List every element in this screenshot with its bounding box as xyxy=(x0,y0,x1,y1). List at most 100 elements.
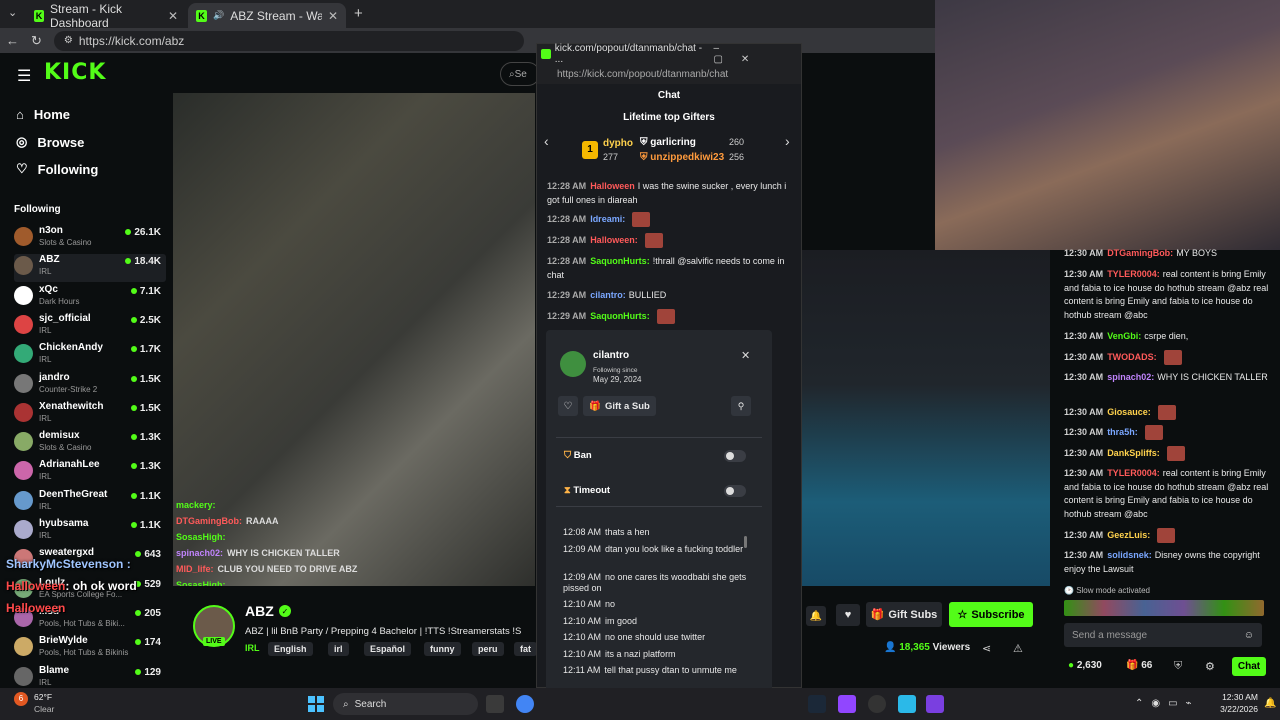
gifter-1-name[interactable]: dypho xyxy=(603,138,633,149)
ban-toggle[interactable] xyxy=(724,450,746,462)
timeout-toggle[interactable] xyxy=(724,485,746,497)
search-input[interactable]: ⌕ Se xyxy=(500,62,540,86)
follow-heart-icon[interactable]: ♥ xyxy=(836,604,860,626)
window-controls[interactable]: –▢✕ xyxy=(713,43,789,65)
following-item[interactable]: DeenTheGreat IRL 1.1K xyxy=(14,489,166,517)
message-user[interactable]: thra5h: xyxy=(1107,427,1138,437)
emoji-icon[interactable]: ☺ xyxy=(1244,630,1254,641)
close-modal-icon[interactable]: ✕ xyxy=(741,349,750,362)
nav-browse[interactable]: ◎ Browse xyxy=(16,134,84,150)
tab-list-chevron-icon[interactable]: ⌄ xyxy=(8,6,17,19)
channel-category: IRL xyxy=(39,472,52,482)
gift-count[interactable]: 🎁 66 xyxy=(1126,660,1152,671)
message-user[interactable]: SaquonHurts: xyxy=(590,311,650,321)
message-user[interactable]: Halloween: xyxy=(590,235,638,245)
chat-settings-gear-icon[interactable]: ⚙ xyxy=(1205,660,1215,673)
share-icon[interactable]: ⋖ xyxy=(982,642,991,655)
message-user[interactable]: GeezLuis: xyxy=(1107,530,1150,540)
gifter-3-name[interactable]: ⛨ unzippedkiwi23 xyxy=(640,152,724,163)
task-view-icon[interactable] xyxy=(486,695,504,713)
system-tray-icons[interactable]: ⌃◉▭⌁ xyxy=(1135,698,1200,709)
fx-icon[interactable] xyxy=(926,695,944,713)
tab-kick-dashboard[interactable]: K Stream - Kick Dashboard ✕ xyxy=(26,2,186,30)
weather-icon[interactable]: 6 xyxy=(14,692,28,706)
follow-heart-outline-icon[interactable]: ♡ xyxy=(558,396,578,416)
notification-bell-icon[interactable]: 🔔 xyxy=(1264,698,1276,709)
close-tab-icon[interactable]: ✕ xyxy=(168,9,178,23)
stream-tag[interactable]: English xyxy=(268,642,313,656)
windows-start-icon[interactable] xyxy=(308,696,324,712)
following-item[interactable]: Xenathewitch IRL 1.5K xyxy=(14,401,166,429)
message-user[interactable]: solidsnek: xyxy=(1107,550,1152,560)
reload-icon[interactable]: ↻ xyxy=(31,33,42,49)
following-item[interactable]: jandro Counter-Strike 2 1.5K xyxy=(14,372,166,400)
popout-url-bar[interactable]: https://kick.com/popout/dtanmanb/chat xyxy=(537,64,801,84)
following-item[interactable]: BrieWylde Pools, Hot Tubs & Bikinis 174 xyxy=(14,635,166,663)
stream-tag[interactable]: funny xyxy=(424,642,461,656)
gifters-next-arrow-icon[interactable]: › xyxy=(785,133,790,149)
new-tab-plus-icon[interactable]: + xyxy=(354,5,363,22)
kick-logo[interactable]: KICK xyxy=(44,60,106,85)
following-item[interactable]: hyubsama IRL 1.1K xyxy=(14,518,166,546)
message-user[interactable]: DTGamingBob: xyxy=(1107,248,1173,258)
url-field[interactable]: ⚙ https://kick.com/abz xyxy=(53,30,524,51)
message-user[interactable]: Giosauce: xyxy=(1107,407,1151,417)
message-user[interactable]: VenGbi: xyxy=(1107,331,1141,341)
nav-following[interactable]: ♡ Following xyxy=(16,161,98,177)
emote-bar[interactable] xyxy=(1064,600,1264,616)
back-arrow-icon[interactable]: ← xyxy=(6,33,19,48)
gifters-prev-arrow-icon[interactable]: ‹ xyxy=(544,133,549,149)
site-info-icon[interactable]: ⚙ xyxy=(64,35,73,46)
hamburger-menu-icon[interactable]: ☰ xyxy=(17,66,31,86)
speaker-icon[interactable]: 🔊 xyxy=(213,10,224,21)
stream-tag[interactable]: fat xyxy=(514,642,537,656)
gift-a-sub-button[interactable]: 🎁 Gift a Sub xyxy=(583,396,656,416)
gifter-2-name[interactable]: ⛨ garlicring xyxy=(640,137,696,148)
channel-name[interactable]: ABZ xyxy=(245,603,274,619)
message-user[interactable]: DankSpliffs: xyxy=(1107,448,1160,458)
following-item[interactable]: xQc Dark Hours 7.1K xyxy=(14,284,166,312)
report-icon[interactable]: ⚠ xyxy=(1013,642,1023,655)
app-icon[interactable] xyxy=(838,695,856,713)
channel-name: hyubsama xyxy=(39,518,89,529)
nav-home[interactable]: ⌂ Home xyxy=(16,107,70,122)
chrome-icon[interactable] xyxy=(516,695,534,713)
video-player-right[interactable] xyxy=(800,250,1050,586)
stream-tag[interactable]: irl xyxy=(328,642,349,656)
stream-tag[interactable]: Español xyxy=(364,642,412,656)
steam-icon[interactable] xyxy=(808,695,826,713)
stream-tag[interactable]: peru xyxy=(472,642,504,656)
following-item[interactable]: demisux Slots & Casino 1.3K xyxy=(14,430,166,458)
following-item[interactable]: sjc_official IRL 2.5K xyxy=(14,313,166,341)
message-user[interactable]: Idreami: xyxy=(590,214,625,224)
message-user[interactable]: SaquonHurts: xyxy=(590,256,650,266)
chat-send-button[interactable]: Chat xyxy=(1232,657,1266,676)
close-tab-icon[interactable]: ✕ xyxy=(328,9,338,23)
obs-icon[interactable] xyxy=(868,695,886,713)
mod-tools-icon[interactable]: ⛨ xyxy=(1174,660,1182,673)
message-user[interactable]: TYLER0004: xyxy=(1107,269,1160,279)
message-user[interactable]: TWODADS: xyxy=(1107,352,1157,362)
message-user[interactable]: cilantro: xyxy=(590,290,626,300)
following-item[interactable]: ChickenAndy IRL 1.7K xyxy=(14,342,166,370)
channel-points[interactable]: ● 2,630 xyxy=(1068,660,1102,671)
video-player[interactable] xyxy=(173,93,535,586)
tab-abz-stream[interactable]: K 🔊 ABZ Stream - Watch Live on K ✕ xyxy=(188,3,346,28)
stream-category[interactable]: IRL xyxy=(245,643,260,653)
following-item[interactable]: n3on Slots & Casino 26.1K xyxy=(14,225,166,253)
weather-temp[interactable]: 62°F xyxy=(34,692,52,702)
following-item[interactable]: ABZ IRL 18.4K xyxy=(14,254,166,283)
gift-subs-button[interactable]: 🎁 Gift Subs xyxy=(866,602,942,627)
clock-time[interactable]: 12:30 AM xyxy=(1218,692,1258,702)
taskbar-search[interactable]: ⌕ Search xyxy=(333,693,478,715)
bell-icon[interactable]: 🔔 xyxy=(806,606,826,626)
message-user[interactable]: spinach02: xyxy=(1107,372,1154,382)
send-message-input[interactable]: Send a message ☺ xyxy=(1064,623,1262,647)
app-icon-2[interactable] xyxy=(898,695,916,713)
message-user[interactable]: TYLER0004: xyxy=(1107,468,1160,478)
pin-icon[interactable]: ⚲ xyxy=(731,396,751,416)
history-time: 12:10 AM xyxy=(563,649,602,659)
message-user[interactable]: Halloween xyxy=(590,181,635,191)
subscribe-button[interactable]: ☆ Subscribe xyxy=(949,602,1033,627)
following-item[interactable]: AdrianahLee IRL 1.3K xyxy=(14,459,166,487)
